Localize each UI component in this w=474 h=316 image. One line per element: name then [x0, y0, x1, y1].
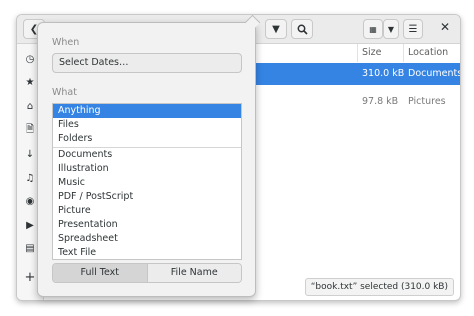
type-illustration[interactable]: Illustration	[53, 162, 241, 176]
type-anything[interactable]: Anything	[53, 104, 241, 118]
starred-icon[interactable]: ★	[23, 75, 37, 89]
dropdown-button[interactable]: ▼	[265, 19, 287, 39]
column-location[interactable]: Location	[403, 44, 460, 62]
close-icon: ✕	[439, 20, 450, 34]
music-icon[interactable]: ♫	[23, 171, 37, 185]
view-grid-button[interactable]: ▦	[363, 19, 383, 39]
selection-status: “book.txt” selected (310.0 kB)	[304, 278, 454, 296]
videos-icon[interactable]: ▶	[23, 218, 37, 232]
column-size[interactable]: Size	[357, 44, 403, 62]
pictures-icon[interactable]: ◉	[23, 194, 37, 208]
file-location: Documents	[408, 68, 461, 79]
close-button[interactable]: ✕	[440, 20, 450, 34]
type-folders[interactable]: Folders	[53, 132, 241, 146]
view-options-button[interactable]: ▼	[383, 19, 399, 39]
search-mode-toggle: Full Text File Name	[52, 263, 242, 283]
search-toggle-button[interactable]	[291, 19, 313, 39]
documents-icon[interactable]: 🗎	[23, 123, 37, 137]
file-size: 97.8 kB	[362, 96, 399, 107]
trash-icon[interactable]: ▤	[23, 241, 37, 255]
type-files[interactable]: Files	[53, 118, 241, 132]
type-presentation[interactable]: Presentation	[53, 218, 241, 232]
type-spreadsheet[interactable]: Spreadsheet	[53, 232, 241, 246]
what-label: What	[52, 87, 77, 98]
type-text-file[interactable]: Text File	[53, 246, 241, 259]
type-documents[interactable]: Documents	[53, 148, 241, 162]
chevron-down-icon: ▼	[272, 23, 280, 35]
when-label: When	[52, 37, 80, 48]
hamburger-icon: ☰	[408, 23, 418, 35]
full-text-button[interactable]: Full Text	[53, 264, 147, 282]
downloads-icon[interactable]: ↓	[23, 147, 37, 161]
select-dates-button[interactable]: Select Dates…	[52, 53, 242, 73]
menu-button[interactable]: ☰	[403, 19, 423, 39]
file-name-button[interactable]: File Name	[146, 264, 241, 282]
file-location: Pictures	[408, 96, 446, 107]
type-picture[interactable]: Picture	[53, 204, 241, 218]
other-locations-icon[interactable]: +	[23, 270, 37, 285]
file-size: 310.0 kB	[362, 68, 405, 79]
file-type-list: Anything Files Folders Documents Illustr…	[52, 103, 242, 260]
search-icon	[297, 24, 308, 35]
recent-icon[interactable]: ◷	[23, 52, 37, 66]
chevron-down-icon: ▼	[387, 24, 395, 34]
search-filter-popover: When Select Dates… What Anything Files F…	[37, 14, 261, 297]
grid-icon: ▦	[369, 24, 377, 34]
type-pdf-postscript[interactable]: PDF / PostScript	[53, 190, 241, 204]
home-icon[interactable]: ⌂	[23, 99, 37, 113]
type-music[interactable]: Music	[53, 176, 241, 190]
